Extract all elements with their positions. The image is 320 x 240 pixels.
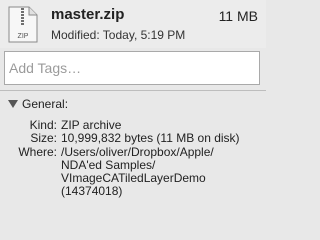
kind-label: Kind: xyxy=(29,118,57,132)
kind-value: ZIP archive xyxy=(61,118,122,132)
general-section-toggle[interactable]: General: xyxy=(8,97,68,111)
tags-input[interactable] xyxy=(4,51,260,85)
size-value: 10,999,832 bytes (11 MB on disk) xyxy=(61,131,240,146)
zip-file-icon: ZIP xyxy=(8,6,38,43)
where-label: Where: xyxy=(18,144,57,159)
file-size: 11 MB xyxy=(218,8,258,24)
disclosure-triangle-icon[interactable] xyxy=(8,100,18,108)
where-value: /Users/oliver/Dropbox/Apple/ NDA'ed Samp… xyxy=(61,144,214,199)
general-info: Kind: ZIP archive Size: 10,999,832 bytes… xyxy=(0,118,266,199)
info-row-size: Size: 10,999,832 bytes (11 MB on disk) xyxy=(0,131,266,146)
general-section-title: General: xyxy=(22,97,69,111)
file-header: ZIP master.zip 11 MB Modified: Today, 5:… xyxy=(0,0,266,48)
section-divider xyxy=(0,90,266,91)
size-label: Size: xyxy=(30,131,57,146)
svg-text:ZIP: ZIP xyxy=(18,33,29,40)
info-row-where: Where: /Users/oliver/Dropbox/Apple/ NDA'… xyxy=(0,144,266,199)
modified-date: Modified: Today, 5:19 PM xyxy=(51,28,186,42)
info-row-kind: Kind: ZIP archive xyxy=(0,118,266,132)
file-name: master.zip xyxy=(51,6,125,23)
